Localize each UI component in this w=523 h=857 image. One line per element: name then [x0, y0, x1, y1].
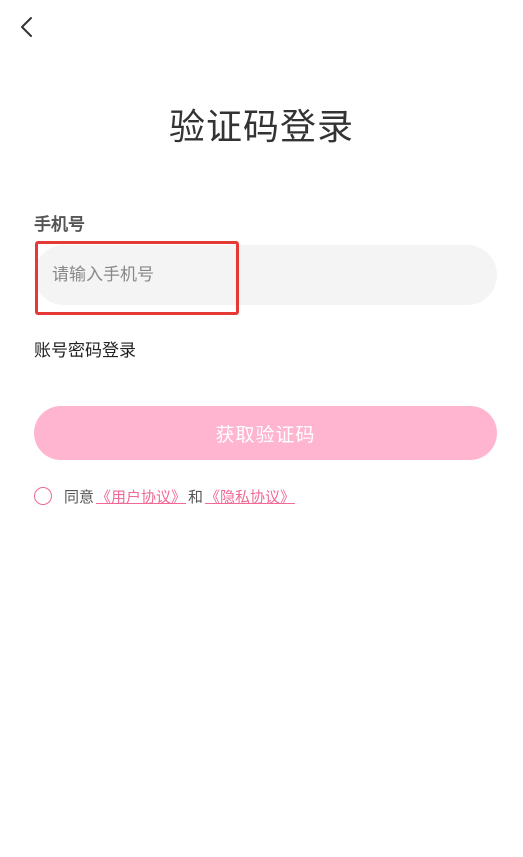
- privacy-policy-link[interactable]: 《隐私协议》: [205, 486, 295, 507]
- agreement-row: 同意 《用户协议》 和 《隐私协议》: [34, 484, 295, 508]
- back-button[interactable]: [14, 14, 38, 40]
- get-code-button[interactable]: 获取验证码: [34, 406, 497, 460]
- user-agreement-link[interactable]: 《用户协议》: [96, 486, 186, 507]
- agreement-checkbox[interactable]: [34, 487, 52, 505]
- phone-label: 手机号: [34, 215, 85, 235]
- agreement-prefix: 同意: [64, 487, 95, 506]
- password-login-link[interactable]: 账号密码登录: [34, 336, 136, 361]
- chevron-left-icon: [19, 16, 33, 38]
- phone-input-container: [34, 245, 497, 305]
- agreement-conjunction: 和: [188, 487, 204, 506]
- phone-input[interactable]: [34, 245, 497, 305]
- page-title: 验证码登录: [168, 107, 354, 148]
